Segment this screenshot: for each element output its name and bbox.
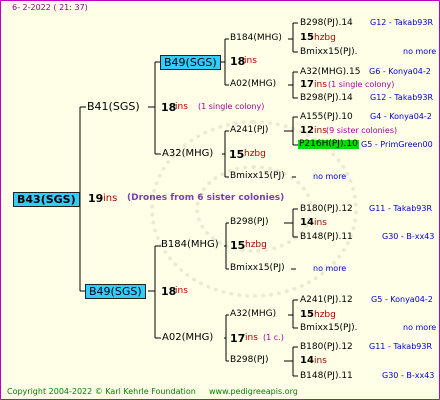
gen3-id[interactable]: A02(MHG) (230, 80, 276, 89)
gen3-id[interactable]: A32(MHG) (230, 310, 276, 319)
gen4-id[interactable]: B298(PJ).14 (300, 94, 353, 103)
gen4-breeder: G11 - Takab93R (369, 204, 433, 213)
gen4-id[interactable]: A241(PJ).12 (300, 296, 353, 305)
gen4-breeder: G5 - Konya04-2 (371, 295, 433, 304)
gen2-year: 15 (229, 148, 245, 161)
gen2-ins: hzbg (244, 149, 266, 159)
gen2-note: (1 c.) (263, 333, 284, 342)
main-queen-year: 19 (88, 192, 104, 205)
gen3-year: 15 (300, 32, 314, 43)
gen1-bottom-ins: ins (175, 286, 188, 296)
gen2-id[interactable]: A02(MHG) (162, 333, 213, 343)
gen3-ins: hzbg (314, 310, 336, 320)
gen3-year: 12 (300, 125, 314, 136)
gen4-breeder: no more (403, 323, 437, 332)
gen4-breeder: G11 - Takab93R (369, 342, 433, 351)
gen1-top-note: (1 single colony) (198, 102, 265, 111)
main-queen-id[interactable]: B43(SGS) (13, 192, 80, 207)
gen3-id[interactable]: B184(MHG) (230, 34, 282, 43)
gen4-id[interactable]: P216H(PJ).10 (298, 140, 359, 149)
gen3-ins: hzbg (314, 33, 336, 43)
gen4-id[interactable]: B148(PJ).11 (300, 233, 353, 242)
site-link[interactable]: www.pedigreeapis.org (209, 388, 298, 396)
gen3-id[interactable]: Bmixx15(PJ) (230, 172, 285, 181)
print-date: 6- 2-2022 ( 21: 37) (12, 3, 88, 12)
main-queen-drones: (Drones from 6 sister colonies) (127, 193, 285, 203)
gen3-id[interactable]: A241(PJ) (230, 126, 268, 135)
gen2-id[interactable]: B184(MHG) (161, 240, 219, 250)
gen3-year: 15 (300, 309, 314, 320)
gen3-no-more: no more (313, 264, 347, 273)
gen1-top-id[interactable]: B41(SGS) (87, 101, 140, 112)
gen4-breeder: G5 - PrimGreen00 (361, 140, 433, 149)
gen3-id[interactable]: B298(PJ) (230, 356, 268, 365)
gen3-year: 14 (300, 217, 314, 228)
gen4-breeder: G30 - B-xx43 (382, 232, 435, 241)
gen4-breeder: G12 - Takab93R (370, 18, 434, 27)
gen1-bottom-id[interactable]: B49(SGS) (85, 284, 146, 299)
gen4-id[interactable]: B180(PJ).12 (300, 205, 353, 214)
gen2-year: 15 (230, 239, 246, 252)
gen4-id[interactable]: B180(PJ).12 (300, 343, 353, 352)
gen2-id[interactable]: A32(MHG) (162, 149, 213, 159)
gen2-id[interactable]: B49(SGS) (160, 55, 221, 70)
gen3-ins: ins (314, 356, 327, 366)
gen4-breeder: G30 - B-xx43 (382, 371, 435, 380)
gen4-breeder: G4 - Konya04-2 (370, 112, 432, 121)
gen4-breeder: no more (403, 47, 437, 56)
gen4-breeder: G12 - Takab93R (370, 93, 434, 102)
gen3-year: 14 (300, 355, 314, 366)
gen3-year: 17 (300, 79, 314, 90)
gen2-year: 17 (230, 332, 246, 345)
gen4-id[interactable]: A155(PJ).10 (300, 113, 353, 122)
gen1-top-ins: ins (175, 102, 188, 112)
gen3-ins: ins (314, 80, 327, 90)
main-queen-ins: ins (103, 193, 118, 204)
gen2-ins: ins (245, 333, 258, 343)
gen4-id[interactable]: Bmixx15(PJ). (300, 324, 358, 333)
gen3-id[interactable]: B298(PJ) (230, 218, 268, 227)
copyright-text: Copyright 2004-2022 © Karl Kehrle Founda… (7, 387, 196, 396)
gen3-id[interactable]: Bmixx15(PJ) (230, 264, 285, 273)
gen4-breeder: G6 - Konya04-2 (369, 67, 431, 76)
gen3-note: (9 sister colonies) (326, 126, 398, 135)
gen2-ins: ins (244, 56, 257, 66)
gen4-id[interactable]: A32(MHG).15 (300, 68, 360, 77)
gen2-ins: hzbg (245, 240, 267, 250)
gen3-ins: ins (314, 218, 327, 228)
gen3-ins: ins (314, 126, 327, 136)
gen4-id[interactable]: B298(PJ).14 (300, 19, 353, 28)
gen3-no-more: no more (313, 172, 347, 181)
gen4-id[interactable]: Bmixx15(PJ). (300, 48, 358, 57)
gen3-note: (1 single colony) (328, 80, 395, 89)
gen4-id[interactable]: B148(PJ).11 (300, 372, 353, 381)
